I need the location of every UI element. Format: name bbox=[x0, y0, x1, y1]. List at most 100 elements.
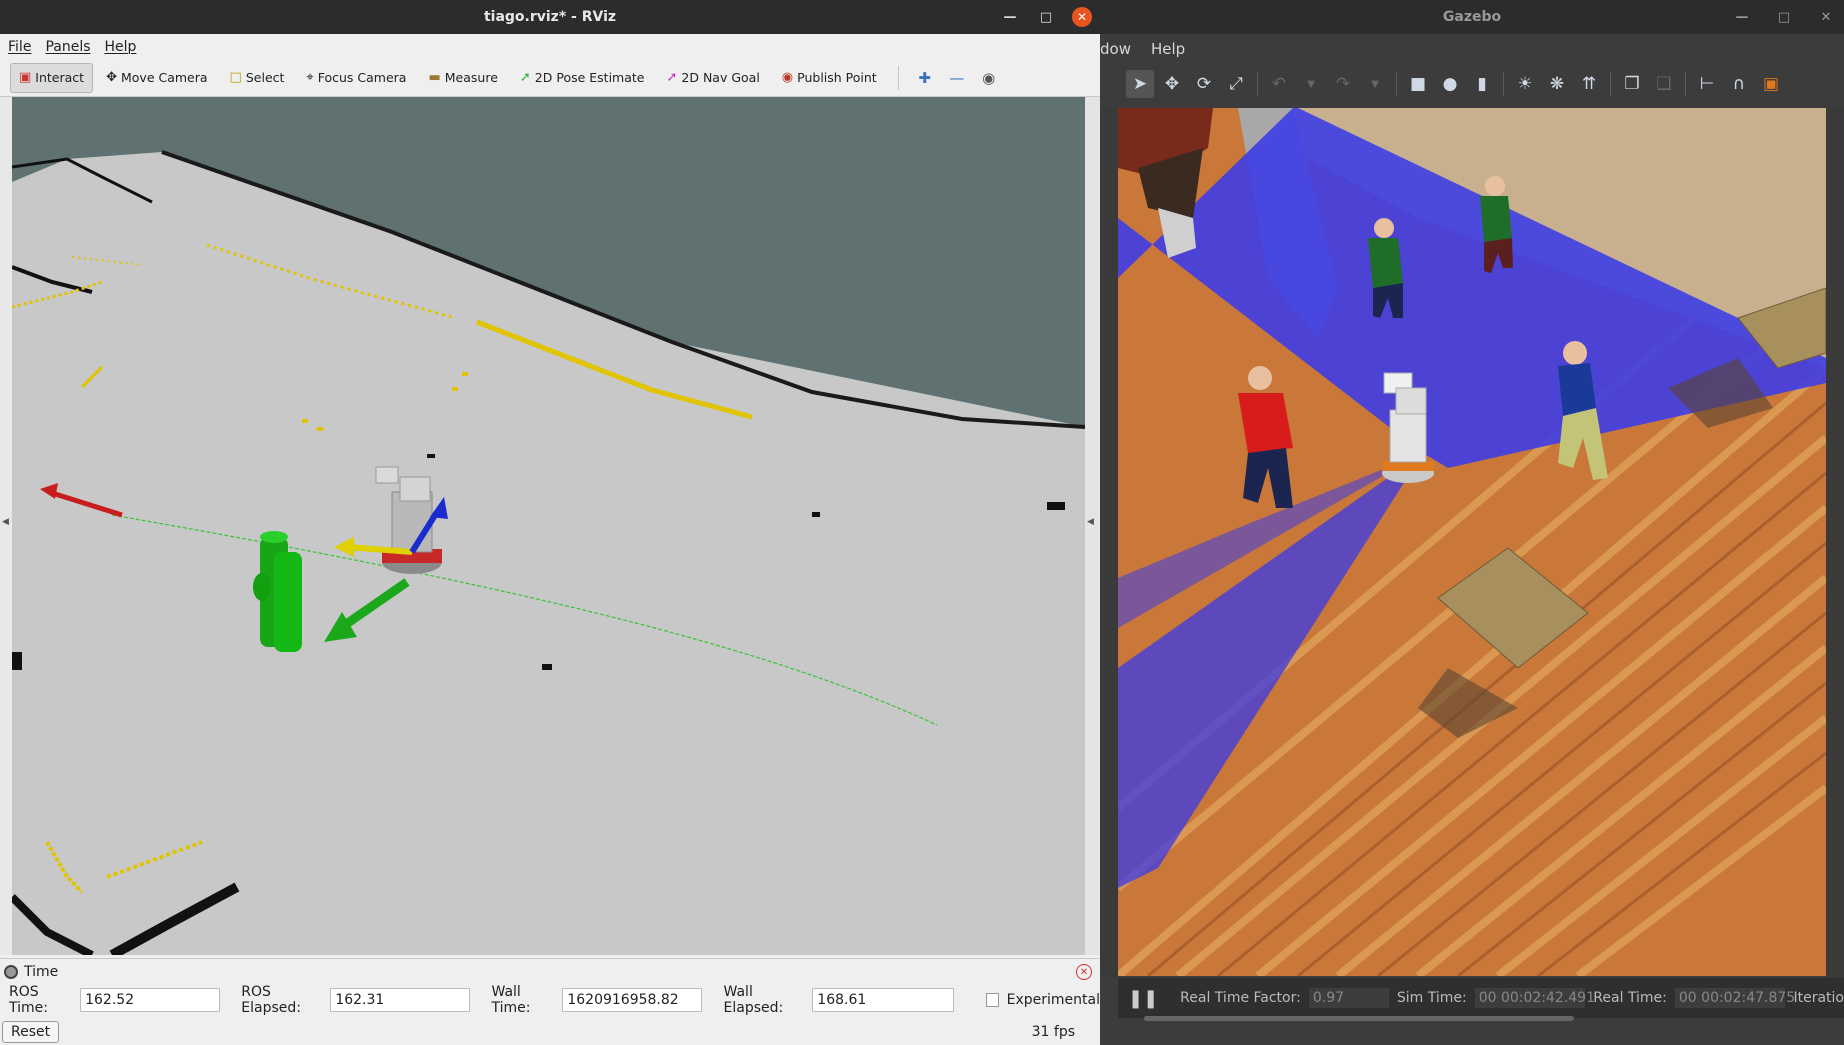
minimize-icon[interactable]: — bbox=[1732, 7, 1752, 27]
gazebo-3d-scene[interactable] bbox=[1118, 108, 1826, 976]
time-panel-title: Time bbox=[24, 964, 59, 980]
ruler-icon: ▬ bbox=[428, 70, 441, 85]
select-mode-icon[interactable]: ➤ bbox=[1126, 70, 1154, 98]
experimental-checkbox[interactable] bbox=[986, 993, 999, 1007]
focus-camera-tool-button[interactable]: ⌖ Focus Camera bbox=[297, 63, 415, 93]
spot-light-icon[interactable]: ❋ bbox=[1543, 70, 1571, 98]
menu-file[interactable]: File bbox=[8, 39, 31, 55]
nav-goal-arrow-icon: ➚ bbox=[666, 70, 678, 85]
left-dock-handle[interactable]: ◀ bbox=[0, 97, 12, 955]
tiago-torso bbox=[1389, 409, 1427, 463]
select-icon: □ bbox=[229, 70, 242, 85]
gazebo-window: Gazebo — □ ✕ dow Help ➤ ✥ ⟳ ⤢ ↶ ▼ ↷ ▼ ■ … bbox=[1100, 0, 1844, 1045]
toolbar-separator bbox=[897, 65, 899, 90]
map-render bbox=[12, 150, 1085, 955]
rviz-toolbar: ▣ Interact ✥ Move Camera □ Select ⌖ Focu… bbox=[0, 59, 1100, 97]
tiago-arm bbox=[1395, 387, 1427, 415]
menu-help[interactable]: Help bbox=[105, 39, 137, 55]
close-icon[interactable]: ✕ bbox=[1072, 7, 1092, 27]
real-time-factor-label: Real Time Factor: bbox=[1180, 990, 1301, 1006]
move-camera-icon: ✥ bbox=[106, 70, 117, 85]
publish-point-tool-button[interactable]: ◉ Publish Point bbox=[773, 63, 886, 93]
obstacle-blob bbox=[1047, 502, 1065, 510]
interact-label: Interact bbox=[35, 70, 85, 85]
change-view-icon[interactable]: ▣ bbox=[1757, 70, 1785, 98]
select-label: Select bbox=[245, 70, 285, 85]
menu-window[interactable]: dow bbox=[1100, 40, 1131, 58]
gazebo-left-dock-handle[interactable] bbox=[1100, 108, 1118, 978]
interact-tool-button[interactable]: ▣ Interact bbox=[10, 62, 94, 93]
snap-icon[interactable]: ∩ bbox=[1725, 70, 1753, 98]
nav-goal-tool-button[interactable]: ➚ 2D Nav Goal bbox=[657, 63, 768, 93]
time-panel-close-icon[interactable]: ✕ bbox=[1076, 964, 1092, 980]
rotate-mode-icon[interactable]: ⟳ bbox=[1190, 70, 1218, 98]
rviz-menubar: File Panels Help bbox=[0, 34, 1100, 59]
box-shape-icon[interactable]: ■ bbox=[1404, 70, 1432, 98]
rviz-3d-viewport[interactable] bbox=[12, 97, 1085, 955]
redo-icon[interactable]: ↷ bbox=[1329, 70, 1357, 98]
directional-light-icon[interactable]: ⇈ bbox=[1575, 70, 1603, 98]
sim-time-value: 00 00:02:42.491 bbox=[1474, 988, 1595, 1008]
right-dock-handle[interactable]: ◀ bbox=[1085, 97, 1100, 955]
minimize-icon[interactable]: — bbox=[1000, 7, 1020, 27]
maximize-icon[interactable]: □ bbox=[1036, 7, 1056, 27]
wall-elapsed-label: Wall Elapsed: bbox=[723, 984, 784, 1016]
redo-dropdown-icon[interactable]: ▼ bbox=[1361, 70, 1389, 98]
select-tool-button[interactable]: □ Select bbox=[221, 63, 294, 93]
laser-point bbox=[317, 427, 323, 431]
robot-arm bbox=[375, 466, 399, 484]
status-bar-scrollbar[interactable] bbox=[1144, 1016, 1574, 1021]
time-panel-footer: Reset 31 fps bbox=[0, 1019, 1100, 1045]
copy-icon[interactable]: ❐ bbox=[1618, 70, 1646, 98]
menu-panels[interactable]: Panels bbox=[45, 39, 90, 55]
real-time-factor-value: 0.97 bbox=[1308, 988, 1389, 1008]
undo-dropdown-icon[interactable]: ▼ bbox=[1297, 70, 1325, 98]
pause-icon[interactable]: ❚❚ bbox=[1128, 988, 1158, 1009]
menu-help[interactable]: Help bbox=[1151, 40, 1185, 58]
interact-icon: ▣ bbox=[19, 70, 32, 85]
time-panel-fields: ROS Time: ROS Elapsed: Wall Time: Wall E… bbox=[0, 984, 1100, 1016]
scale-mode-icon[interactable]: ⤢ bbox=[1222, 70, 1250, 98]
view-options-icon[interactable]: ◉ bbox=[975, 64, 1003, 92]
pose-estimate-tool-button[interactable]: ➚ 2D Pose Estimate bbox=[511, 63, 654, 93]
remove-tool-icon[interactable]: — bbox=[943, 64, 971, 92]
move-camera-tool-button[interactable]: ✥ Move Camera bbox=[97, 63, 216, 93]
align-icon[interactable]: ⊢ bbox=[1693, 70, 1721, 98]
maximize-icon[interactable]: □ bbox=[1774, 7, 1794, 27]
reset-button[interactable]: Reset bbox=[2, 1021, 60, 1043]
wall-time-field[interactable] bbox=[562, 988, 703, 1012]
ros-elapsed-field[interactable] bbox=[330, 988, 471, 1012]
ros-time-field[interactable] bbox=[80, 988, 221, 1012]
wall-elapsed-field[interactable] bbox=[812, 988, 955, 1012]
sphere-shape-icon[interactable]: ● bbox=[1436, 70, 1464, 98]
laser-point bbox=[452, 387, 458, 391]
ros-time-label: ROS Time: bbox=[9, 984, 48, 1016]
rviz-window-title: tiago.rviz* - RViz bbox=[483, 9, 617, 25]
person-marker-arm bbox=[253, 573, 271, 601]
experimental-label: Experimental bbox=[1006, 992, 1100, 1008]
time-panel-icon bbox=[4, 965, 18, 979]
gazebo-menubar: dow Help bbox=[1100, 34, 1844, 64]
free-space-area bbox=[12, 152, 1085, 955]
close-icon[interactable]: ✕ bbox=[1816, 7, 1836, 27]
gazebo-right-dock-handle[interactable] bbox=[1826, 108, 1844, 978]
cylinder-shape-icon[interactable]: ▮ bbox=[1468, 70, 1496, 98]
obstacle-blob bbox=[542, 664, 552, 670]
undo-icon[interactable]: ↶ bbox=[1265, 70, 1293, 98]
gazebo-toolbar: ➤ ✥ ⟳ ⤢ ↶ ▼ ↷ ▼ ■ ● ▮ ☀ ❋ ⇈ ❐ ❑ ⊢ ∩ ▣ bbox=[1100, 64, 1844, 104]
focus-camera-icon: ⌖ bbox=[306, 70, 314, 85]
measure-label: Measure bbox=[444, 70, 498, 85]
paste-icon[interactable]: ❑ bbox=[1650, 70, 1678, 98]
gazebo-status-bar: ❚❚ Real Time Factor: 0.97 Sim Time: 00 0… bbox=[1118, 978, 1844, 1018]
map-pin-icon: ◉ bbox=[781, 70, 794, 85]
pose-estimate-arrow-icon: ➚ bbox=[519, 70, 531, 85]
real-time-value: 00 00:02:47.875 bbox=[1674, 988, 1795, 1008]
sim-time-label: Sim Time: bbox=[1396, 990, 1467, 1006]
laser-point bbox=[302, 419, 308, 423]
laser-point bbox=[462, 372, 468, 376]
add-tool-icon[interactable]: ✚ bbox=[911, 64, 939, 92]
point-light-icon[interactable]: ☀ bbox=[1511, 70, 1539, 98]
translate-mode-icon[interactable]: ✥ bbox=[1158, 70, 1186, 98]
ros-elapsed-label: ROS Elapsed: bbox=[241, 984, 302, 1016]
measure-tool-button[interactable]: ▬ Measure bbox=[419, 63, 506, 93]
